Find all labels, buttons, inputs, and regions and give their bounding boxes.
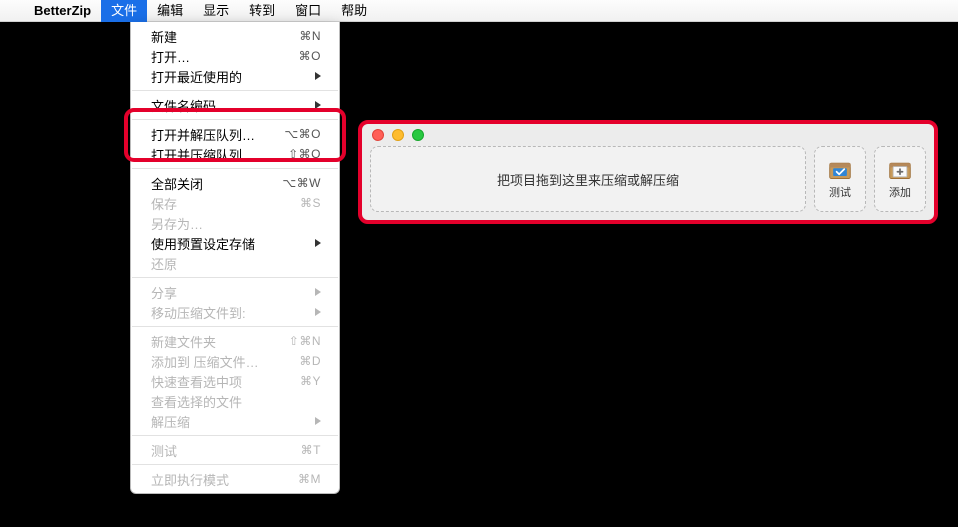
menu-separator [132,435,338,436]
menu-save-with-preset[interactable]: 使用预置设定存储 [131,233,339,253]
menu-open-recent[interactable]: 打开最近使用的 [131,66,339,86]
window-minimize-button[interactable] [392,129,404,141]
menu-file[interactable]: 文件 [101,0,147,22]
menu-test: 测试⌘T [131,440,339,460]
app-name[interactable]: BetterZip [24,3,101,18]
menu-extract: 解压缩 [131,411,339,431]
chevron-right-icon [315,417,321,425]
menu-open[interactable]: 打开…⌘O [131,46,339,66]
menu-save-as: 另存为… [131,213,339,233]
chevron-right-icon [315,72,321,80]
menu-separator [132,326,338,327]
menu-new-folder: 新建文件夹⇧⌘N [131,331,339,351]
window-close-button[interactable] [372,129,384,141]
chevron-right-icon [315,101,321,109]
menu-move-archive-to: 移动压缩文件到: [131,302,339,322]
menu-window[interactable]: 窗口 [285,0,331,22]
queue-window: 把项目拖到这里来压缩或解压缩 测试 添加 [358,120,938,224]
menu-edit[interactable]: 编辑 [147,0,193,22]
menubar: BetterZip 文件 编辑 显示 转到 窗口 帮助 [0,0,958,22]
menu-view[interactable]: 显示 [193,0,239,22]
menu-separator [132,168,338,169]
file-menu-dropdown: 新建⌘N 打开…⌘O 打开最近使用的 文件名编码 打开并解压队列…⌥⌘O 打开并… [130,22,340,494]
menu-filename-encoding[interactable]: 文件名编码 [131,95,339,115]
menu-separator [132,464,338,465]
chevron-right-icon [315,239,321,247]
add-button-label: 添加 [889,184,911,200]
menu-direct-mode: 立即执行模式⌘M [131,469,339,489]
dropzone-label: 把项目拖到这里来压缩或解压缩 [497,170,679,189]
menu-separator [132,90,338,91]
chevron-right-icon [315,288,321,296]
test-button-label: 测试 [829,184,851,200]
window-zoom-button[interactable] [412,129,424,141]
box-plus-icon [886,158,914,182]
menu-go[interactable]: 转到 [239,0,285,22]
window-toolbar: 把项目拖到这里来压缩或解压缩 测试 添加 [362,146,934,220]
chevron-right-icon [315,308,321,316]
menu-revert: 还原 [131,253,339,273]
menu-add-to-archive: 添加到 压缩文件…⌘D [131,351,339,371]
menu-quicklook: 快速查看选中项⌘Y [131,371,339,391]
menu-separator [132,119,338,120]
test-button[interactable]: 测试 [814,146,866,212]
menu-share: 分享 [131,282,339,302]
menu-view-selected: 查看选择的文件 [131,391,339,411]
menu-open-extract-queue[interactable]: 打开并解压队列…⌥⌘O [131,124,339,144]
menu-help[interactable]: 帮助 [331,0,377,22]
box-check-icon [826,158,854,182]
menu-close-all[interactable]: 全部关闭⌥⌘W [131,173,339,193]
menu-save: 保存⌘S [131,193,339,213]
window-titlebar [362,124,934,146]
add-button[interactable]: 添加 [874,146,926,212]
menu-new[interactable]: 新建⌘N [131,26,339,46]
menu-separator [132,277,338,278]
dropzone[interactable]: 把项目拖到这里来压缩或解压缩 [370,146,806,212]
menu-open-compress-queue[interactable]: 打开并压缩队列…⇧⌘O [131,144,339,164]
